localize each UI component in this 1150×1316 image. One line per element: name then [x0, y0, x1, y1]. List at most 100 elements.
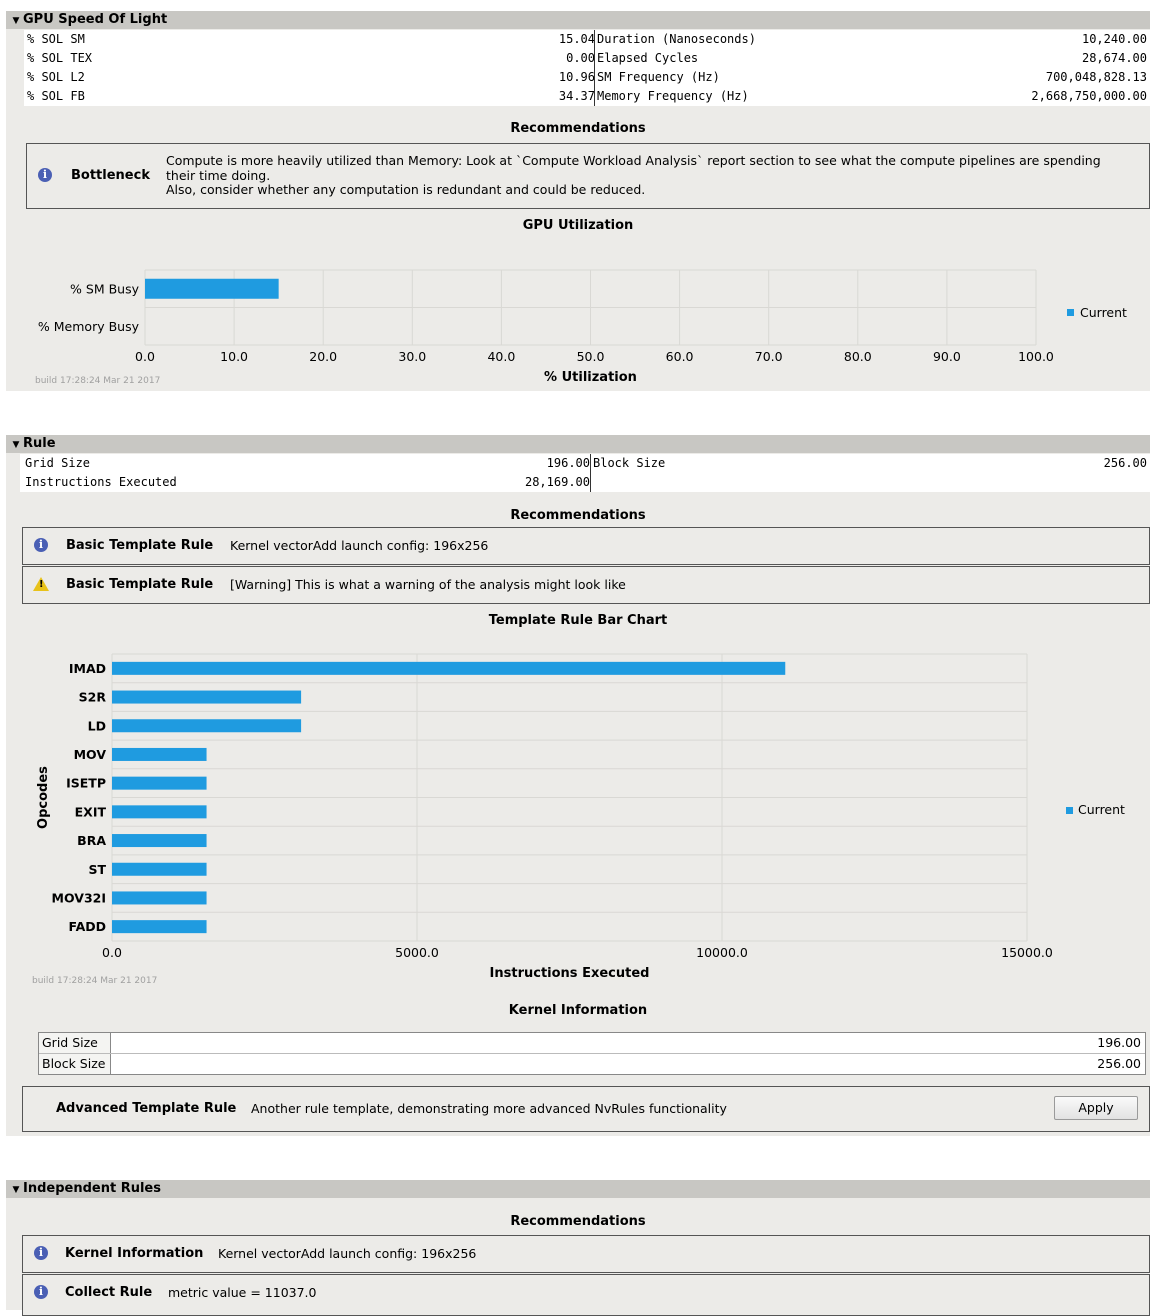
- metric-value: 256.00: [1103, 456, 1147, 470]
- section-header[interactable]: ▼ GPU Speed Of Light: [6, 11, 1150, 29]
- section-header[interactable]: ▼ Independent Rules: [6, 1180, 1150, 1198]
- advanced-rule-recommendation: Advanced Template Rule Another rule temp…: [22, 1086, 1150, 1132]
- x-tick-label: 40.0: [487, 349, 515, 364]
- x-tick-label: 60.0: [666, 349, 694, 364]
- info-icon: i: [34, 538, 48, 552]
- metric-value: 34.37: [558, 89, 595, 103]
- metric-label: Memory Frequency (Hz): [594, 87, 749, 106]
- build-label: build 17:28:24 Mar 21 2017: [35, 376, 161, 386]
- bar: [112, 891, 207, 905]
- kernel-info-recommendation: i Kernel Information Kernel vectorAdd la…: [22, 1235, 1150, 1273]
- category-label: MOV: [74, 747, 107, 762]
- x-axis-label: Instructions Executed: [490, 966, 650, 981]
- bar: [112, 690, 302, 704]
- category-label: ST: [88, 862, 106, 877]
- table-row: Block Size 256.00: [39, 1054, 1145, 1074]
- info-icon: i: [34, 1246, 48, 1260]
- legend-label: Current: [1078, 802, 1125, 817]
- category-label: ISETP: [66, 776, 106, 791]
- metric-label: Instructions Executed: [25, 475, 177, 489]
- metric-label: % SOL L2: [27, 70, 85, 84]
- x-tick-label: 5000.0: [395, 945, 439, 960]
- recommendation-text: their time doing.: [166, 168, 271, 183]
- metric-label: [590, 473, 593, 492]
- y-axis-label: Opcodes: [36, 766, 51, 829]
- collapse-triangle-icon[interactable]: ▼: [9, 12, 23, 30]
- recommendation-text: metric value = 11037.0: [168, 1285, 317, 1300]
- recommendation-text: Also, consider whether any computation i…: [166, 182, 646, 197]
- x-tick-label: 10.0: [220, 349, 248, 364]
- table-cell-label: Grid Size: [39, 1033, 111, 1053]
- chart-title: GPU Utilization: [522, 218, 634, 233]
- section-header[interactable]: ▼ Rule: [6, 435, 1150, 453]
- recommendations-heading: Recommendations: [510, 1214, 646, 1229]
- metric-value: 700,048,828.13: [1045, 70, 1147, 84]
- metric-label: SM Frequency (Hz): [594, 68, 720, 87]
- bar: [112, 862, 207, 876]
- table-cell-value: 256.00: [1097, 1056, 1141, 1071]
- recommendation-text: [Warning] This is what a warning of the …: [230, 577, 626, 592]
- info-icon: i: [38, 168, 52, 182]
- x-axis-label: % Utilization: [544, 370, 637, 385]
- category-label: LD: [88, 718, 106, 733]
- recommendation-title: Advanced Template Rule: [56, 1101, 237, 1116]
- bottleneck-recommendation: i Bottleneck Compute is more heavily uti…: [26, 143, 1150, 209]
- x-tick-label: 20.0: [309, 349, 337, 364]
- x-tick-label: 0.0: [102, 945, 122, 960]
- recommendation-text: Another rule template, demonstrating mor…: [251, 1101, 727, 1116]
- category-label: IMAD: [69, 661, 106, 676]
- x-tick-label: 0.0: [135, 349, 155, 364]
- x-tick-label: 15000.0: [1001, 945, 1053, 960]
- basic-rule-warning-recommendation: ! Basic Template Rule [Warning] This is …: [22, 566, 1150, 604]
- kernel-information-heading: Kernel Information: [508, 1003, 648, 1018]
- category-label: S2R: [79, 690, 107, 705]
- metric-value: 15.04: [558, 32, 595, 46]
- table-cell-label: Block Size: [39, 1054, 111, 1074]
- metric-value: 10,240.00: [1081, 32, 1147, 46]
- recommendation-title: Kernel Information: [65, 1246, 204, 1261]
- metric-label: Grid Size: [25, 456, 91, 470]
- bar: [112, 834, 207, 848]
- bar: [112, 719, 302, 733]
- bar: [112, 776, 207, 790]
- collapse-triangle-icon[interactable]: ▼: [9, 436, 23, 454]
- table-row: Grid Size 196.00: [39, 1033, 1145, 1054]
- metric-row: Instructions Executed 28,169.00: [20, 473, 1150, 492]
- bar: [112, 747, 207, 761]
- x-tick-label: 80.0: [844, 349, 872, 364]
- section-title: Independent Rules: [23, 1181, 161, 1196]
- recommendation-text: Kernel vectorAdd launch config: 196x256: [230, 538, 489, 553]
- x-tick-label: 30.0: [398, 349, 426, 364]
- metric-row: % SOL TEX 0.00 Elapsed Cycles 28,674.00: [24, 49, 1150, 68]
- chart-title: Template Rule Bar Chart: [488, 613, 668, 628]
- bar: [112, 920, 207, 934]
- metric-value: 0.00: [566, 51, 595, 65]
- apply-button[interactable]: Apply: [1054, 1096, 1138, 1120]
- recommendation-title: Bottleneck: [71, 168, 150, 183]
- section-title: Rule: [23, 436, 56, 451]
- recommendation-title: Collect Rule: [65, 1285, 153, 1300]
- recommendation-text: Kernel vectorAdd launch config: 196x256: [218, 1246, 477, 1261]
- legend-swatch: [1067, 309, 1074, 316]
- x-tick-label: 50.0: [577, 349, 605, 364]
- legend-label: Current: [1080, 305, 1127, 320]
- recommendation-text: Compute is more heavily utilized than Me…: [166, 153, 1101, 168]
- category-label: FADD: [68, 919, 106, 934]
- x-tick-label: 70.0: [755, 349, 783, 364]
- metric-row: % SOL FB 34.37 Memory Frequency (Hz) 2,6…: [24, 87, 1150, 106]
- metric-label: % SOL SM: [27, 32, 85, 46]
- recommendation-title: Basic Template Rule: [66, 577, 214, 592]
- x-tick-label: 90.0: [933, 349, 961, 364]
- metric-label: Elapsed Cycles: [594, 49, 698, 68]
- metric-row: % SOL SM 15.04 Duration (Nanoseconds) 10…: [24, 30, 1150, 49]
- collapse-triangle-icon[interactable]: ▼: [9, 1181, 23, 1199]
- metric-value: 28,169.00: [524, 475, 590, 489]
- gpu-sol-section: ▼ GPU Speed Of Light % SOL SM 15.04 Durat…: [6, 11, 1150, 391]
- category-label: EXIT: [75, 804, 107, 819]
- metric-label: % SOL FB: [27, 89, 85, 103]
- x-tick-label: 100.0: [1018, 349, 1054, 364]
- section-title: GPU Speed Of Light: [23, 12, 168, 27]
- warning-icon: !: [33, 577, 49, 591]
- metric-value: 196.00: [546, 456, 590, 470]
- gpu-utilization-chart: 0.0 10.0 20.0 30.0 40.0 50.0 60.0 70.0 80.0 90.0 1…: [38, 269, 1054, 385]
